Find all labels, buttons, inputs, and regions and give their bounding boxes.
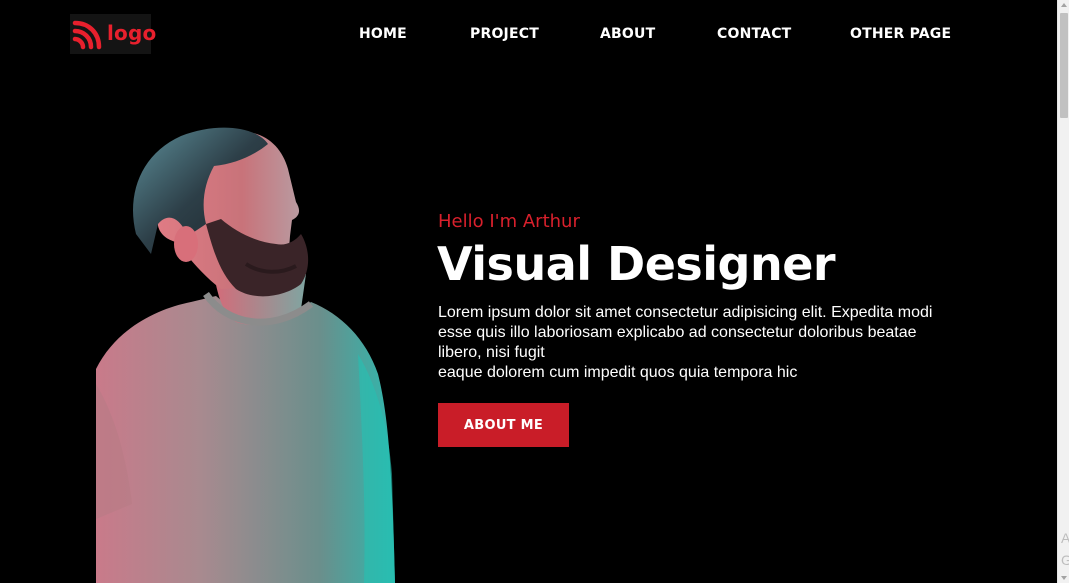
scroll-down-icon[interactable]	[1061, 576, 1067, 580]
nav-about[interactable]: ABOUT	[600, 25, 655, 43]
hero-description-line: Lorem ipsum dolor sit amet consectetur a…	[438, 304, 933, 321]
logo-text: logo	[107, 21, 157, 45]
logo[interactable]: logo	[70, 14, 156, 54]
hero-description-line: libero, nisi fugit	[438, 344, 545, 361]
rss-icon	[72, 20, 102, 50]
page: logo HOME PROJECT ABOUT CONTACT OTHER PA…	[0, 0, 1069, 583]
hero-title: Visual Designer	[437, 237, 836, 291]
scrollbar-thumb[interactable]	[1060, 13, 1068, 118]
about-me-button[interactable]: ABOUT ME	[438, 403, 569, 447]
page-scrollbar[interactable]	[1057, 0, 1069, 583]
hero-description-line: esse quis illo laboriosam explicabo ad c…	[438, 324, 917, 341]
portrait-image	[96, 127, 395, 583]
nav-home[interactable]: HOME	[359, 25, 407, 43]
hero-description: Lorem ipsum dolor sit amet consectetur a…	[438, 303, 958, 383]
scroll-up-icon[interactable]	[1061, 3, 1067, 7]
hero-description-line: eaque dolorem cum impedit quos quia temp…	[438, 364, 798, 381]
partial-corner-text: A G	[1061, 530, 1069, 568]
nav-other-page[interactable]: OTHER PAGE	[850, 25, 951, 43]
hero-greeting: Hello I'm Arthur	[438, 211, 580, 232]
nav-contact[interactable]: CONTACT	[717, 25, 791, 43]
nav-project[interactable]: PROJECT	[470, 25, 539, 43]
